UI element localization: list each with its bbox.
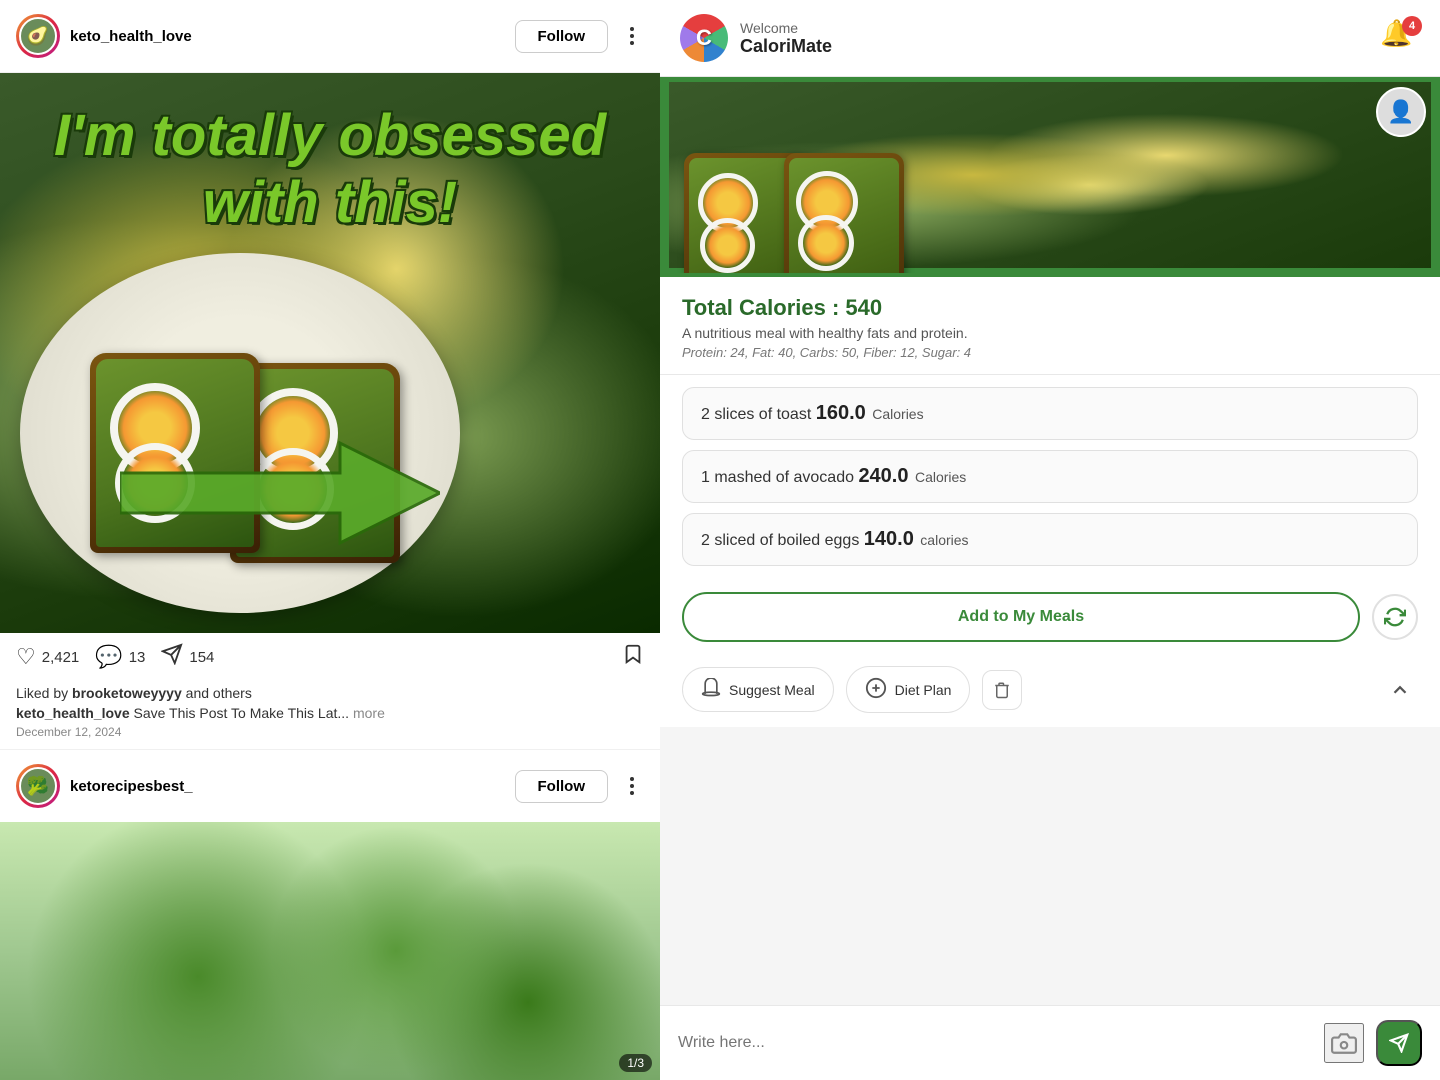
avatar[interactable]: 🥑 bbox=[16, 14, 60, 58]
nutrition-macros: Protein: 24, Fat: 40, Carbs: 50, Fiber: … bbox=[682, 345, 1418, 360]
preview-avatar: 👤 bbox=[1376, 87, 1426, 137]
post-caption: Liked by brooketoweyyyy and others keto_… bbox=[0, 681, 660, 745]
food-items-list: 2 slices of toast 160.0 Calories 1 mashe… bbox=[660, 375, 1440, 578]
liked-by: Liked by brooketoweyyyy and others bbox=[16, 685, 644, 701]
post-username: keto_health_love bbox=[70, 28, 515, 45]
heart-icon: ♡ bbox=[16, 644, 36, 670]
notification-count: 4 bbox=[1402, 16, 1422, 36]
nutrition-panel: Total Calories : 540 A nutritious meal w… bbox=[660, 277, 1440, 375]
more-link[interactable]: more bbox=[353, 705, 385, 721]
diet-plan-icon bbox=[865, 677, 887, 702]
total-calories: Total Calories : 540 bbox=[682, 295, 1418, 321]
food-item-toast: 2 slices of toast 160.0 Calories bbox=[682, 387, 1418, 440]
camera-button[interactable] bbox=[1324, 1023, 1364, 1063]
food-item-eggs-name: 2 sliced of boiled eggs bbox=[701, 532, 864, 549]
bookmark-button[interactable] bbox=[622, 643, 644, 671]
bookmark-icon bbox=[622, 643, 644, 671]
share-button[interactable]: 154 bbox=[161, 643, 214, 671]
chat-input-area bbox=[660, 1005, 1440, 1080]
right-panel: C Welcome CaloriMate 🔔 4 bbox=[660, 0, 1440, 1080]
app-welcome-text: Welcome bbox=[740, 20, 1380, 36]
post-date: December 12, 2024 bbox=[16, 725, 644, 739]
app-name: CaloriMate bbox=[740, 36, 1380, 57]
suggest-meal-label: Suggest Meal bbox=[729, 682, 815, 698]
avatar-icon: 🥑 bbox=[27, 26, 49, 47]
food-item-avocado-calories: 240.0 bbox=[858, 465, 908, 487]
app-header: C Welcome CaloriMate 🔔 4 bbox=[660, 0, 1440, 77]
post-header: 🥑 keto_health_love Follow bbox=[0, 0, 660, 73]
overlay-text-line2: with this! bbox=[20, 170, 640, 237]
food-item-avocado: 1 mashed of avocado 240.0 Calories bbox=[682, 450, 1418, 503]
food-preview: 👤 bbox=[660, 77, 1440, 277]
food-item-eggs-calories: 140.0 bbox=[864, 528, 914, 550]
more-options-button[interactable] bbox=[620, 27, 644, 45]
app-logo: C bbox=[680, 14, 728, 62]
page-indicator: 1/3 bbox=[619, 1054, 652, 1072]
avatar-2[interactable]: 🥦 bbox=[16, 764, 60, 808]
secondary-actions: Suggest Meal Diet Plan bbox=[660, 656, 1440, 727]
food-item-avocado-cal-label: Calories bbox=[915, 469, 966, 485]
chat-input[interactable] bbox=[678, 1034, 1312, 1052]
action-buttons: Add to My Meals bbox=[660, 578, 1440, 656]
comment-icon: 💬 bbox=[95, 644, 122, 670]
food-item-toast-name: 2 slices of toast bbox=[701, 406, 816, 423]
refresh-button[interactable] bbox=[1372, 594, 1418, 640]
share-count: 154 bbox=[189, 649, 214, 666]
post-text-overlay: I'm totally obsessed with this! bbox=[20, 103, 640, 236]
avatar-2-icon: 🥦 bbox=[27, 776, 49, 797]
food-item-toast-calories: 160.0 bbox=[816, 402, 866, 424]
app-title-group: Welcome CaloriMate bbox=[740, 20, 1380, 57]
food-item-toast-cal-label: Calories bbox=[872, 406, 923, 422]
caption-text: keto_health_love Save This Post To Make … bbox=[16, 705, 644, 721]
post-image: I'm totally obsessed with this! bbox=[0, 73, 660, 633]
add-to-meals-button[interactable]: Add to My Meals bbox=[682, 592, 1360, 642]
food-item-eggs: 2 sliced of boiled eggs 140.0 calories bbox=[682, 513, 1418, 566]
send-button[interactable] bbox=[1376, 1020, 1422, 1066]
food-item-toast-text: 2 slices of toast 160.0 Calories bbox=[701, 402, 924, 425]
chevron-up-button[interactable] bbox=[1382, 672, 1418, 708]
nutrition-description: A nutritious meal with healthy fats and … bbox=[682, 325, 1418, 341]
suggest-meal-button[interactable]: Suggest Meal bbox=[682, 667, 834, 712]
tray-icon bbox=[701, 678, 721, 701]
share-icon bbox=[161, 643, 183, 671]
overlay-text-line1: I'm totally obsessed bbox=[20, 103, 640, 170]
like-count: 2,421 bbox=[42, 649, 80, 666]
food-item-avocado-text: 1 mashed of avocado 240.0 Calories bbox=[701, 465, 966, 488]
follow-button-2[interactable]: Follow bbox=[515, 770, 609, 803]
comment-count: 13 bbox=[129, 649, 146, 666]
notification-bell[interactable]: 🔔 4 bbox=[1380, 18, 1420, 58]
delete-button[interactable] bbox=[982, 670, 1022, 710]
diet-plan-label: Diet Plan bbox=[895, 682, 952, 698]
second-post-username: ketorecipesbest_ bbox=[70, 778, 515, 795]
post-actions: ♡ 2,421 💬 13 154 bbox=[0, 633, 660, 681]
food-item-avocado-name: 1 mashed of avocado bbox=[701, 469, 858, 486]
second-post-preview: 1/3 bbox=[0, 822, 660, 1080]
comment-button[interactable]: 💬 13 bbox=[95, 644, 145, 670]
more-options-button-2[interactable] bbox=[620, 777, 644, 795]
like-button[interactable]: ♡ 2,421 bbox=[16, 644, 79, 670]
diet-plan-button[interactable]: Diet Plan bbox=[846, 666, 971, 713]
food-item-eggs-cal-label: calories bbox=[920, 532, 968, 548]
app-logo-letter: C bbox=[696, 25, 712, 51]
second-post-header: 🥦 ketorecipesbest_ Follow bbox=[0, 749, 660, 822]
follow-button[interactable]: Follow bbox=[515, 20, 609, 53]
food-item-eggs-text: 2 sliced of boiled eggs 140.0 calories bbox=[701, 528, 969, 551]
green-arrow-icon bbox=[120, 438, 440, 548]
left-panel: 🥑 keto_health_love Follow bbox=[0, 0, 660, 1080]
